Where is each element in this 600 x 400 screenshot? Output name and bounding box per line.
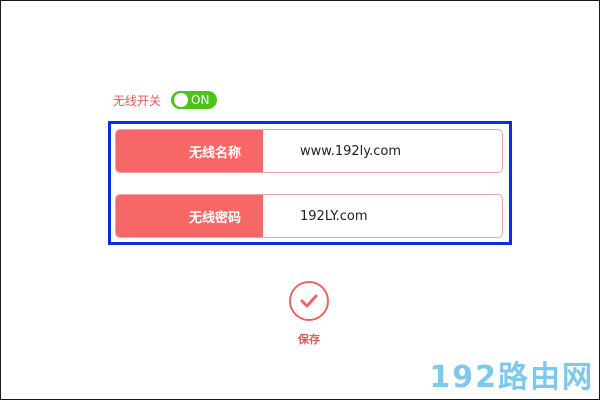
wifi-switch-label: 无线开关 — [113, 93, 162, 108]
ssid-input[interactable] — [263, 130, 502, 172]
toggle-knob — [174, 93, 189, 107]
ssid-row: 无线名称 — [115, 129, 503, 173]
save-button[interactable] — [289, 281, 329, 321]
password-label: 无线密码 — [116, 195, 263, 237]
checkmark-icon — [300, 294, 318, 308]
save-label: 保存 — [298, 333, 320, 346]
password-row: 无线密码 — [115, 194, 503, 238]
ssid-label: 无线名称 — [116, 130, 263, 172]
password-input[interactable] — [263, 195, 502, 237]
wifi-switch-row: 无线开关 ON — [113, 90, 218, 110]
wifi-toggle[interactable]: ON — [171, 91, 218, 109]
watermark: 192路由网 — [429, 360, 594, 395]
toggle-state-text: ON — [191, 93, 210, 107]
